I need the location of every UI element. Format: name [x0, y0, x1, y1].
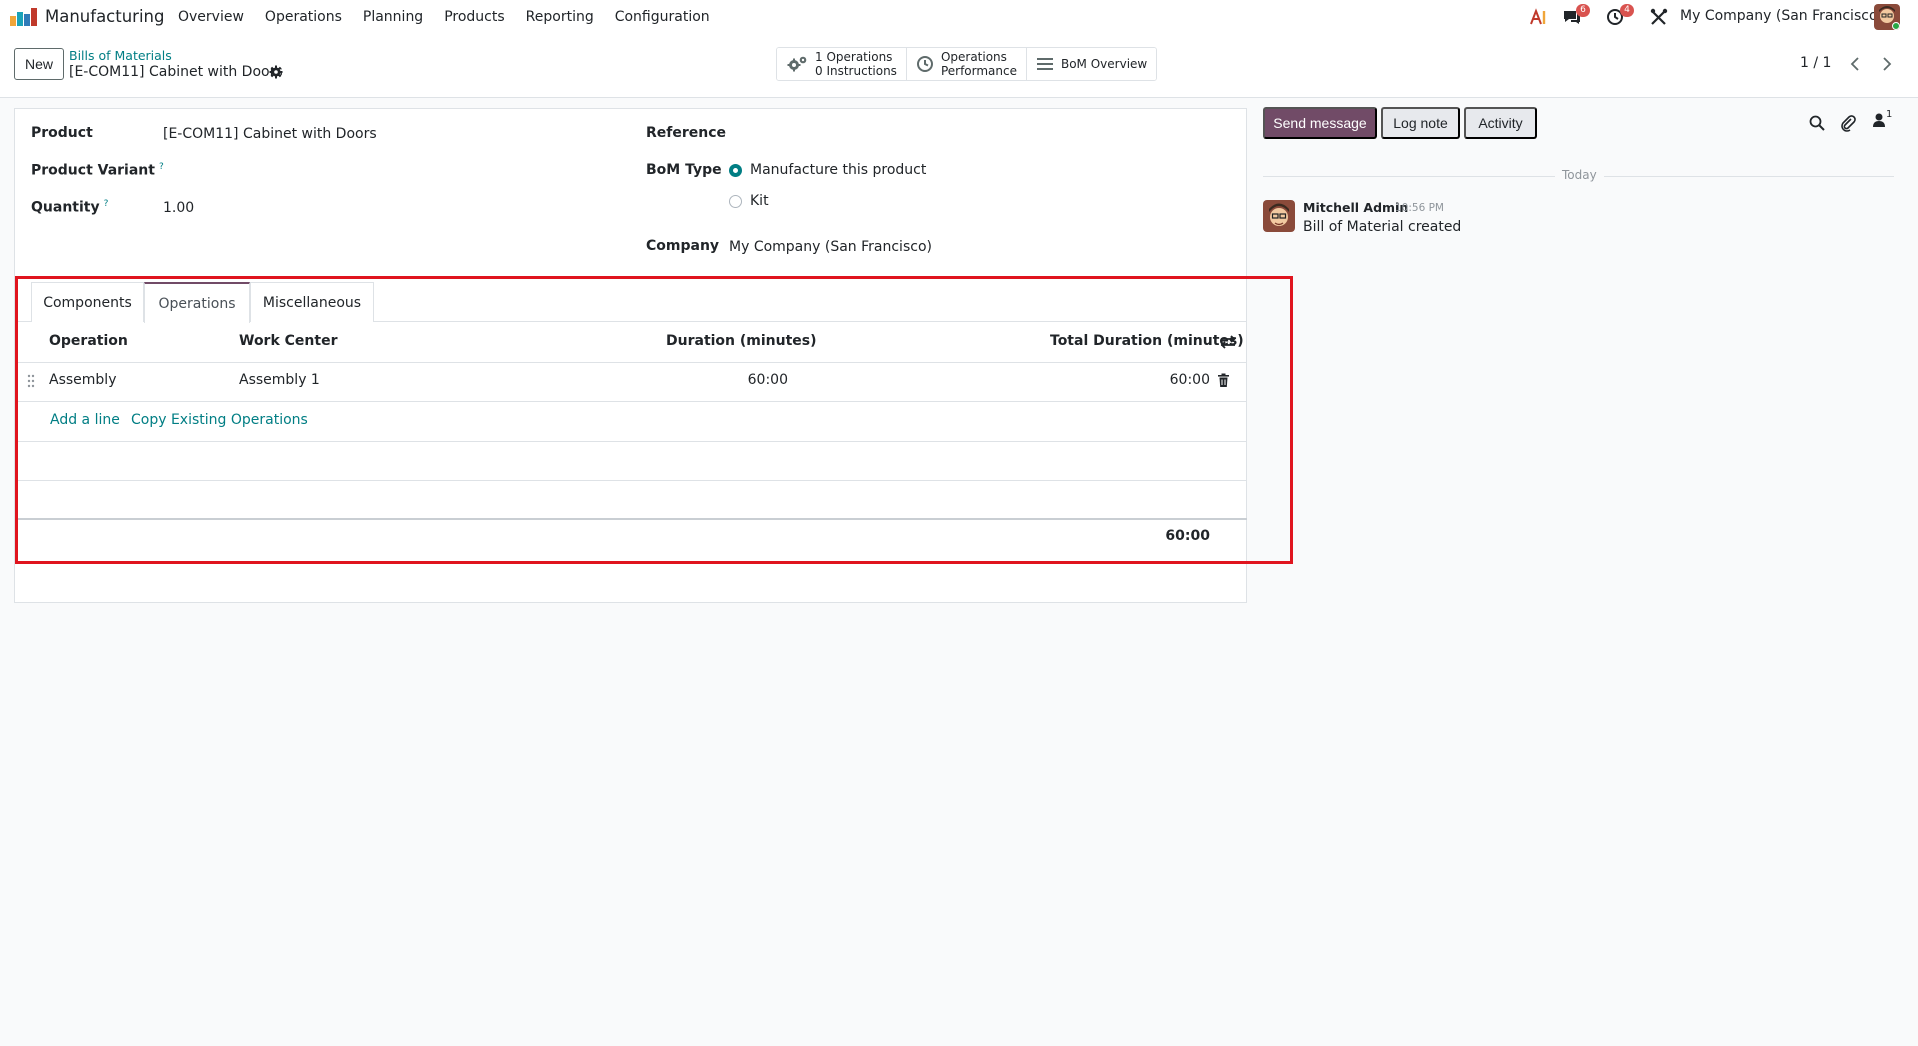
followers-button[interactable]: 1	[1872, 109, 1896, 132]
followers-count: 1	[1886, 109, 1893, 120]
activities-icon[interactable]: 4	[1606, 4, 1634, 26]
bom-type-radio-kit[interactable]	[729, 195, 742, 208]
work-center-cell[interactable]: Assembly 1	[239, 372, 320, 388]
send-message-button[interactable]: Send message	[1263, 107, 1377, 139]
bom-type-radio-manufacture[interactable]	[729, 164, 742, 177]
product-variant-label-text: Product Variant	[31, 162, 155, 179]
copy-existing-operations-link[interactable]: Copy Existing Operations	[131, 412, 308, 428]
column-operation[interactable]: Operation	[49, 333, 128, 349]
quantity-label-text: Quantity	[31, 199, 100, 216]
table-divider	[15, 401, 1247, 402]
search-icon[interactable]	[1808, 114, 1826, 132]
product-variant-label: Product Variant?	[31, 162, 164, 179]
total-duration-sum: 60:00	[1165, 528, 1210, 544]
reference-label: Reference	[646, 125, 727, 141]
bom-overview-smart-button[interactable]: BoM Overview	[1026, 48, 1157, 80]
gear-icon[interactable]	[269, 65, 283, 79]
product-field[interactable]: [E-COM11] Cabinet with Doors	[163, 126, 377, 142]
operation-cell[interactable]: Assembly	[49, 372, 116, 388]
activity-button[interactable]: Activity	[1464, 107, 1537, 139]
chevron-right-icon[interactable]	[1873, 51, 1899, 77]
cogs-icon	[787, 56, 807, 72]
column-duration[interactable]: Duration (minutes)	[666, 333, 817, 349]
smart-buttons: 1 Operations 0 Instructions Operations P…	[776, 47, 1158, 81]
quantity-label: Quantity?	[31, 199, 108, 216]
duration-cell[interactable]: 60:00	[740, 372, 788, 388]
message-body: Bill of Material created	[1303, 219, 1462, 235]
column-total-duration[interactable]: Total Duration (minutes)	[1050, 333, 1244, 349]
menu-overview[interactable]: Overview	[178, 9, 244, 25]
total-duration-cell: 60:00	[1169, 372, 1210, 388]
chevron-left-icon[interactable]	[1843, 51, 1869, 77]
company-switcher[interactable]: My Company (San Francisco)	[1680, 8, 1883, 24]
company-field[interactable]: My Company (San Francisco)	[729, 239, 932, 255]
table-divider	[15, 441, 1247, 442]
manufacturing-app-icon[interactable]	[10, 8, 38, 26]
operations-smart-button[interactable]: 1 Operations 0 Instructions	[777, 48, 907, 80]
product-variant-field[interactable]	[163, 162, 583, 182]
app-name[interactable]: Manufacturing	[45, 7, 164, 26]
help-tooltip-icon[interactable]: ?	[104, 199, 109, 209]
date-divider-right	[1604, 176, 1894, 177]
messages-badge: 6	[1576, 4, 1590, 17]
control-panel: New Bills of Materials [E-COM11] Cabinet…	[0, 34, 1918, 98]
tab-components[interactable]: Components	[31, 282, 144, 322]
breadcrumb-parent[interactable]: Bills of Materials	[69, 48, 172, 63]
paperclip-icon[interactable]	[1839, 114, 1857, 132]
tools-icon[interactable]	[1649, 8, 1669, 26]
list-icon	[1036, 58, 1053, 70]
menu-operations[interactable]: Operations	[265, 9, 342, 25]
new-button[interactable]: New	[14, 48, 64, 80]
instructions-count: 0 Instructions	[815, 64, 897, 78]
form-sheet	[14, 108, 1247, 603]
date-divider-left	[1263, 176, 1555, 177]
performance-line2: Performance	[940, 64, 1017, 78]
operations-count: 1 Operations	[815, 50, 893, 64]
table-footer-divider	[15, 518, 1247, 520]
messages-icon[interactable]: 6	[1562, 4, 1590, 26]
menu-planning[interactable]: Planning	[363, 9, 423, 25]
message-author-avatar[interactable]	[1263, 200, 1295, 232]
bom-overview-label: BoM Overview	[1060, 57, 1148, 71]
performance-line1: Operations	[940, 50, 1007, 64]
user-avatar[interactable]	[1874, 4, 1900, 30]
tab-miscellaneous[interactable]: Miscellaneous	[250, 282, 374, 322]
company-label: Company	[646, 238, 720, 254]
reference-field[interactable]	[730, 125, 1210, 145]
message-time: 10:56 PM	[1395, 202, 1444, 214]
tab-operations[interactable]: Operations	[144, 282, 250, 323]
pager-value[interactable]: 1 / 1	[1800, 55, 1831, 71]
quantity-field[interactable]: 1.00	[163, 200, 194, 216]
bom-type-option-manufacture[interactable]: Manufacture this product	[750, 162, 926, 178]
add-a-line-link[interactable]: Add a line	[50, 412, 120, 428]
column-work-center[interactable]: Work Center	[239, 333, 337, 349]
clock-icon	[916, 56, 933, 72]
drag-handle-icon[interactable]	[27, 373, 35, 389]
date-separator: Today	[1562, 168, 1597, 182]
bom-type-label: BoM Type	[646, 162, 722, 178]
top-navbar: Manufacturing Overview Operations Planni…	[0, 0, 1918, 34]
table-divider	[15, 362, 1247, 363]
column-settings-icon[interactable]	[1220, 334, 1236, 350]
menu-configuration[interactable]: Configuration	[615, 9, 710, 25]
log-note-button[interactable]: Log note	[1381, 107, 1460, 139]
message-author[interactable]: Mitchell Admin	[1303, 200, 1408, 215]
table-divider	[15, 480, 1247, 481]
user-icon	[1873, 113, 1885, 127]
main-menu: Overview Operations Planning Products Re…	[178, 9, 731, 25]
product-label: Product	[31, 125, 93, 141]
notebook-tabs: Components Operations Miscellaneous	[15, 282, 1247, 323]
activities-badge: 4	[1620, 4, 1634, 17]
menu-products[interactable]: Products	[444, 9, 504, 25]
trash-icon[interactable]	[1217, 373, 1230, 388]
breadcrumb-current: [E-COM11] Cabinet with Doors	[69, 64, 283, 80]
menu-reporting[interactable]: Reporting	[526, 9, 594, 25]
ai-icon[interactable]	[1529, 8, 1549, 26]
bom-type-option-kit[interactable]: Kit	[750, 193, 769, 209]
performance-smart-button[interactable]: Operations Performance	[906, 48, 1027, 80]
